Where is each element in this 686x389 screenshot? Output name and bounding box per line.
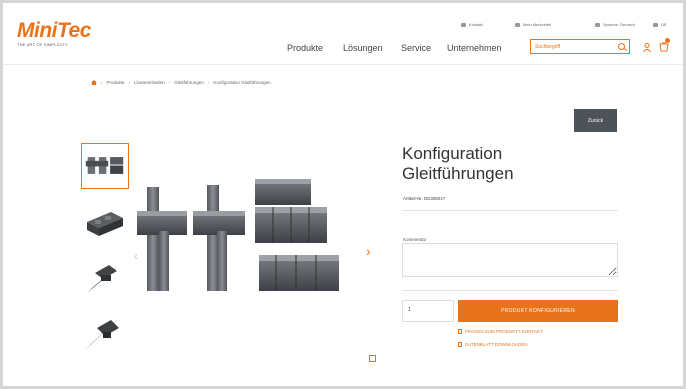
home-icon[interactable] xyxy=(91,80,97,85)
breadcrumb-separator-icon: › xyxy=(128,80,131,85)
title-line-1: Konfiguration xyxy=(402,144,503,163)
datasheet-link-label: DATENBLATT DOWNLOADEN xyxy=(465,342,528,347)
thumbnail-product-image xyxy=(85,157,124,174)
search-icon[interactable] xyxy=(618,43,625,50)
util-country[interactable]: DE xyxy=(653,22,667,27)
page-title: Konfiguration Gleitführungen xyxy=(402,144,514,184)
phone-icon xyxy=(461,22,466,27)
breadcrumb-separator-icon: › xyxy=(101,80,103,85)
contact-link[interactable]: FRAGEN ZUM PRODUKT? KONTAKT xyxy=(458,329,543,334)
back-button[interactable]: Zurück xyxy=(574,109,617,132)
nav-unternehmen[interactable]: Unternehmen xyxy=(447,43,502,53)
breadcrumb-item[interactable]: Gleitführungen xyxy=(174,80,204,85)
title-line-2: Gleitführungen xyxy=(402,164,514,183)
breadcrumb: › Produkte › Lineareinheiten › Gleitführ… xyxy=(91,80,271,85)
breadcrumb-separator-icon: › xyxy=(207,80,210,85)
logo-text: MiniTec xyxy=(17,19,91,42)
nav-service[interactable]: Service xyxy=(401,43,431,53)
site-header: MiniTec THE ART OF SIMPLICITY Kontakt Me… xyxy=(3,3,683,65)
nav-produkte[interactable]: Produkte xyxy=(287,43,323,53)
divider xyxy=(402,210,618,211)
breadcrumb-current[interactable]: Konfiguration Gleitführungen xyxy=(213,80,270,85)
nav-loesungen[interactable]: Lösungen xyxy=(343,43,383,53)
user-icon[interactable] xyxy=(643,43,651,52)
util-kontakt[interactable]: Kontakt xyxy=(461,22,483,27)
util-country-label: DE xyxy=(661,22,667,27)
bookmark-icon xyxy=(515,22,520,27)
contact-link-label: FRAGEN ZUM PRODUKT? KONTAKT xyxy=(465,329,543,334)
thumbnail-2[interactable] xyxy=(81,198,129,244)
thumbnail-1[interactable] xyxy=(81,143,129,189)
page: MiniTec THE ART OF SIMPLICITY Kontakt Me… xyxy=(3,3,683,386)
minitec-logo[interactable]: MiniTec THE ART OF SIMPLICITY xyxy=(17,19,91,47)
thumbnail-product-image xyxy=(87,265,117,293)
search-placeholder: Suchbegriff xyxy=(535,43,561,50)
util-language[interactable]: Sprache: Deutsch xyxy=(595,22,635,27)
thumbnail-4[interactable] xyxy=(81,308,129,354)
util-kontakt-label: Kontakt xyxy=(469,22,483,27)
gallery-next-icon[interactable]: › xyxy=(366,243,371,259)
globe-icon xyxy=(595,22,600,27)
document-icon xyxy=(458,342,462,347)
breadcrumb-item[interactable]: Produkte xyxy=(107,80,125,85)
question-icon xyxy=(458,329,462,334)
quantity-field[interactable]: 1 xyxy=(402,300,454,322)
util-language-label: Sprache: Deutsch xyxy=(603,22,635,27)
breadcrumb-separator-icon: › xyxy=(168,80,171,85)
search-input[interactable]: Suchbegriff xyxy=(530,39,630,54)
thumbnail-3[interactable] xyxy=(81,253,129,299)
util-merkzettel[interactable]: Mein Merkzettel xyxy=(515,22,551,27)
article-number: Artikel-Nr. DE305017 xyxy=(403,196,446,201)
comment-field[interactable] xyxy=(402,243,618,277)
thumbnail-product-image xyxy=(85,318,119,350)
datasheet-link[interactable]: DATENBLATT DOWNLOADEN xyxy=(458,342,528,347)
util-merkzettel-label: Mein Merkzettel xyxy=(523,22,552,27)
expand-icon[interactable] xyxy=(369,355,376,362)
thumbnail-product-image xyxy=(87,212,123,236)
divider xyxy=(402,290,618,291)
configure-product-button[interactable]: PRODUKT KONFIGURIEREN xyxy=(458,300,618,322)
gallery-prev-icon[interactable]: ‹ xyxy=(134,249,138,263)
main-product-image xyxy=(137,179,339,291)
breadcrumb-item[interactable]: Lineareinheiten xyxy=(134,80,165,85)
logo-tagline: THE ART OF SIMPLICITY xyxy=(17,42,68,47)
cart-badge xyxy=(665,38,670,43)
comment-label: Kommentar xyxy=(403,237,427,242)
flag-icon xyxy=(653,22,658,27)
